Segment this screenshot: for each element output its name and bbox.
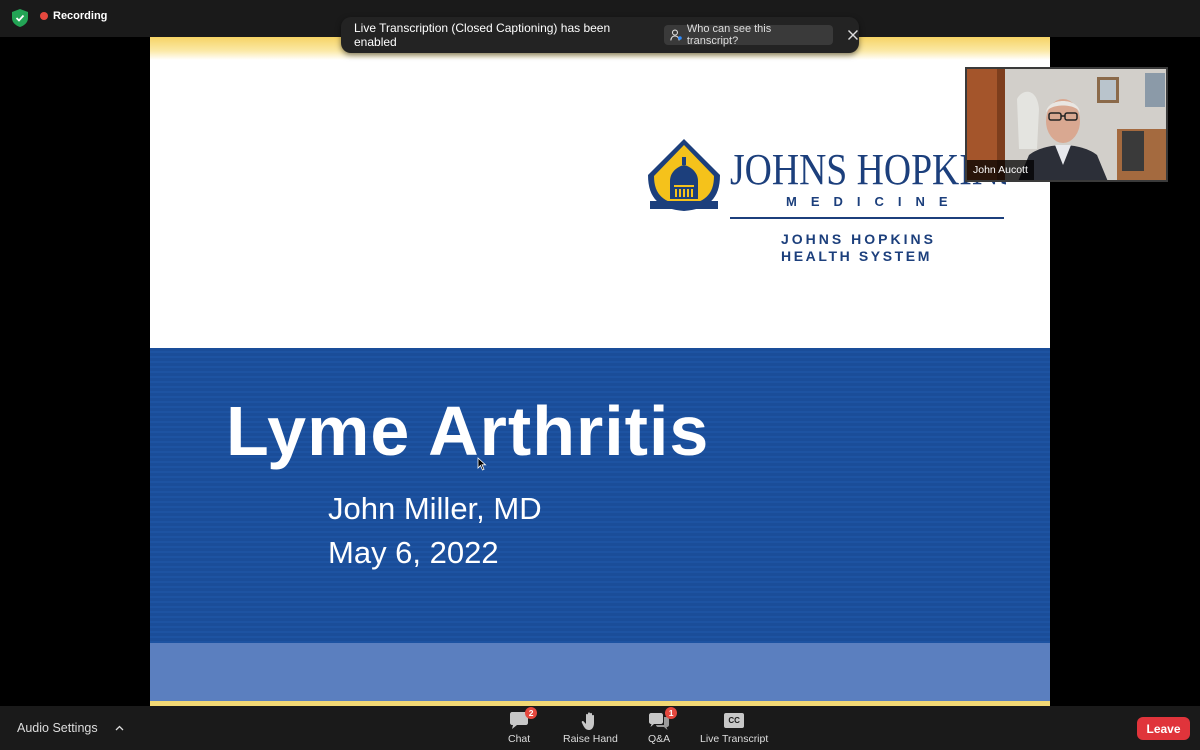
transcription-notification: Live Transcription (Closed Captioning) h… (341, 17, 859, 53)
chat-badge: 2 (525, 707, 538, 719)
johns-hopkins-medicine-logo: JOHNS HOPKINS MEDICINE JOHNS HOPKINS HEA… (648, 139, 1006, 264)
qa-badge: 1 (665, 707, 678, 719)
recording-dot-icon (40, 12, 48, 20)
qa-icon: 1 (648, 707, 678, 731)
leave-button[interactable]: Leave (1137, 717, 1190, 740)
live-transcript-button[interactable]: CC Live Transcript (700, 711, 768, 747)
audio-settings-label: Audio Settings (17, 721, 98, 735)
security-shield-icon[interactable] (12, 9, 28, 27)
meeting-toolbar: Audio Settings 2 Chat Raise Hand 1 Q&A C… (0, 706, 1200, 750)
who-can-see-transcript-button[interactable]: Who can see this transcript? (663, 23, 834, 47)
chevron-up-icon[interactable] (115, 725, 124, 731)
chat-button[interactable]: 2 Chat (508, 707, 538, 747)
chat-label: Chat (508, 733, 531, 745)
qa-label: Q&A (648, 733, 671, 745)
qa-button[interactable]: 1 Q&A (648, 707, 678, 747)
notification-message: Live Transcription (Closed Captioning) h… (354, 21, 611, 49)
audio-settings-button[interactable]: Audio Settings (17, 721, 124, 735)
shared-presentation-slide: JOHNS HOPKINS MEDICINE JOHNS HOPKINS HEA… (150, 37, 1050, 706)
zoom-meeting-window: Recording Live Transcription (Closed Cap… (0, 0, 1200, 750)
logo-health-system-line1: JOHNS HOPKINS (781, 231, 936, 247)
cc-icon-text: CC (724, 713, 745, 728)
slide-author: John Miller, MD (328, 491, 542, 526)
logo-health-system-line2: HEALTH SYSTEM (781, 248, 932, 264)
recording-label: Recording (53, 10, 108, 22)
participant-video-thumbnail[interactable]: John Aucott (965, 67, 1168, 182)
slide-title: Lyme Arthritis (226, 392, 710, 470)
raise-hand-label: Raise Hand (563, 733, 618, 745)
logo-medicine: MEDICINE (786, 194, 962, 209)
chat-icon: 2 (508, 707, 538, 731)
slide-date: May 6, 2022 (328, 535, 499, 570)
who-can-see-transcript-label: Who can see this transcript? (686, 23, 772, 47)
slide-light-blue-band (150, 643, 1050, 701)
person-icon (670, 29, 682, 41)
mouse-cursor-icon (477, 457, 487, 471)
live-transcript-label: Live Transcript (700, 733, 769, 745)
participant-name-label: John Aucott (967, 160, 1034, 180)
raise-hand-icon (579, 711, 601, 731)
recording-indicator[interactable]: Recording (40, 10, 107, 22)
close-icon[interactable] (847, 29, 859, 41)
raise-hand-button[interactable]: Raise Hand (563, 711, 618, 747)
closed-caption-icon: CC (723, 711, 745, 731)
